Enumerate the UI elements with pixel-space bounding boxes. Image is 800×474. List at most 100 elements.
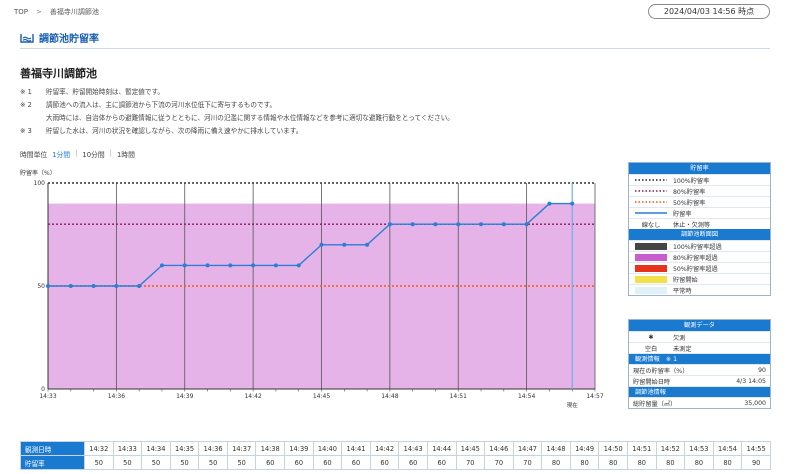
- table-cell-rate: 80: [684, 455, 714, 470]
- chart-data-point: [342, 242, 347, 247]
- chart-x-tick-label: 14:39: [176, 393, 193, 400]
- chart-data-point: [456, 222, 461, 227]
- table-cell-time: 14:50: [598, 441, 628, 456]
- dotted-line-icon: [635, 201, 667, 203]
- legend-swatch-item: 50%貯留率超過: [629, 262, 770, 273]
- color-swatch: [635, 275, 667, 283]
- color-swatch: [635, 242, 667, 250]
- chart-data-point: [433, 222, 438, 227]
- chart-data-point: [46, 284, 50, 288]
- chart-data-point: [479, 222, 484, 227]
- solid-line-icon: [635, 212, 667, 214]
- table-row-values: 貯留率 50 50 50 50 50 50 60 60 60 60 60 60 60 70 70 70 80 80…: [20, 455, 771, 470]
- table-cell-rate: 50: [141, 455, 171, 470]
- chart-data-point: [273, 263, 278, 268]
- chart-x-tick-label: 14:42: [244, 393, 261, 400]
- table-cell-rate: 90: [741, 455, 771, 470]
- chart-x-tick-label: 14:51: [450, 393, 467, 400]
- legend-item: 線なし 休止・欠測等: [629, 218, 770, 229]
- table-cell-rate: 80: [626, 455, 657, 470]
- legend-section-title: 調節池断面図: [629, 229, 770, 240]
- total-storage-volume: 総貯留量（㎥） 35,000: [629, 397, 770, 408]
- dotted-line-icon: [635, 190, 667, 192]
- table-cell-time: 14:42: [369, 441, 400, 456]
- chart-x-tick-label: 14:33: [39, 393, 56, 400]
- legend-item: 50%貯留率: [629, 196, 770, 207]
- table-cell-time: 14:54: [712, 441, 743, 456]
- chart-now-label: 現在: [567, 401, 579, 409]
- table-cell-rate: 80: [541, 455, 571, 470]
- table-cell-rate: 50: [84, 455, 114, 470]
- table-cell-time: 14:53: [684, 441, 714, 456]
- table-cell-time: 14:32: [84, 441, 114, 456]
- table-cell-rate: 70: [455, 455, 486, 470]
- chart-data-point: [524, 222, 529, 227]
- chart-data-point: [68, 284, 73, 288]
- table-cell-rate: 80: [655, 455, 686, 470]
- table-cell-rate: 60: [341, 455, 371, 470]
- chart-data-point: [570, 201, 575, 206]
- table-cell-time: 14:36: [198, 441, 228, 456]
- table-cell-time: 14:48: [541, 441, 571, 456]
- chart-data-point: [91, 284, 96, 288]
- color-swatch: [635, 286, 667, 294]
- chart-data-point: [159, 263, 164, 268]
- legend-swatch-item: 平常時: [629, 284, 770, 295]
- chart-data-point: [410, 222, 415, 227]
- legend-swatch-item: 100%貯留率超過: [629, 240, 770, 251]
- table-header-rate: 貯留率: [20, 455, 85, 470]
- chart-data-point: [387, 222, 392, 227]
- table-cell-time: 14:55: [741, 441, 771, 456]
- table-cell-time: 14:35: [169, 441, 200, 456]
- table-cell-rate: 60: [369, 455, 400, 470]
- current-storage-rate: 現在の貯留率（%） 90: [629, 364, 770, 375]
- chart-data-point: [296, 263, 301, 268]
- chart-data-point: [251, 263, 256, 268]
- chart-data-point: [182, 263, 187, 268]
- table-cell-rate: 50: [169, 455, 200, 470]
- dotted-line-icon: [635, 179, 667, 181]
- observation-title: 観測データ: [629, 320, 770, 331]
- table-cell-rate: 80: [569, 455, 600, 470]
- observation-panel: 観測データ ✱ 欠測 空白 未測定 観測情報 ※ 1 現在の貯留率（%） 90 …: [628, 319, 771, 409]
- table-cell-time: 14:39: [284, 441, 314, 456]
- observation-table: 観測日時 14:32 14:33 14:34 14:35 14:36 14:37 14:38…: [20, 441, 771, 470]
- storage-start-time: 貯留開始日時 4/3 14:05: [629, 375, 770, 386]
- table-cell-time: 14:44: [426, 441, 457, 456]
- table-cell-rate: 50: [226, 455, 257, 470]
- table-cell-time: 14:43: [398, 441, 428, 456]
- legend-title: 貯留率: [629, 163, 770, 174]
- table-cell-rate: 70: [512, 455, 543, 470]
- legend-swatch-item: 貯留開始: [629, 273, 770, 284]
- table-cell-time: 14:49: [569, 441, 600, 456]
- table-header-time: 観測日時: [20, 441, 85, 456]
- chart-x-tick-label: 14:57: [586, 393, 603, 400]
- chart-data-point: [228, 263, 233, 268]
- table-cell-rate: 50: [198, 455, 228, 470]
- table-cell-time: 14:33: [112, 441, 143, 456]
- color-swatch: [635, 253, 667, 261]
- table-cell-rate: 50: [112, 455, 143, 470]
- table-cell-rate: 80: [598, 455, 628, 470]
- chart-x-tick-label: 14:48: [381, 393, 398, 400]
- chart-y-tick-label: 100: [34, 180, 46, 187]
- chart-legend: 貯留率 100%貯留率 80%貯留率 50%貯留率 貯留率 線なし 休止・欠測等…: [628, 162, 771, 296]
- table-cell-time: 14:47: [512, 441, 543, 456]
- legend-item: 100%貯留率: [629, 174, 770, 185]
- chart-data-point: [501, 222, 506, 227]
- observation-row: 空白 未測定: [629, 342, 770, 353]
- legend-item: 貯留率: [629, 207, 770, 218]
- table-cell-rate: 80: [712, 455, 743, 470]
- chart-data-point: [319, 242, 324, 247]
- table-cell-time: 14:38: [255, 441, 286, 456]
- table-cell-rate: 60: [255, 455, 286, 470]
- chart-y-tick-label: 0: [41, 386, 45, 393]
- table-cell-rate: 70: [484, 455, 514, 470]
- table-cell-time: 14:37: [226, 441, 257, 456]
- chart-y-tick-label: 50: [37, 283, 45, 290]
- chart-data-point: [114, 284, 119, 288]
- table-cell-rate: 60: [284, 455, 314, 470]
- color-swatch: [635, 264, 667, 272]
- table-cell-time: 14:34: [141, 441, 171, 456]
- chart-x-tick-label: 14:45: [313, 393, 330, 400]
